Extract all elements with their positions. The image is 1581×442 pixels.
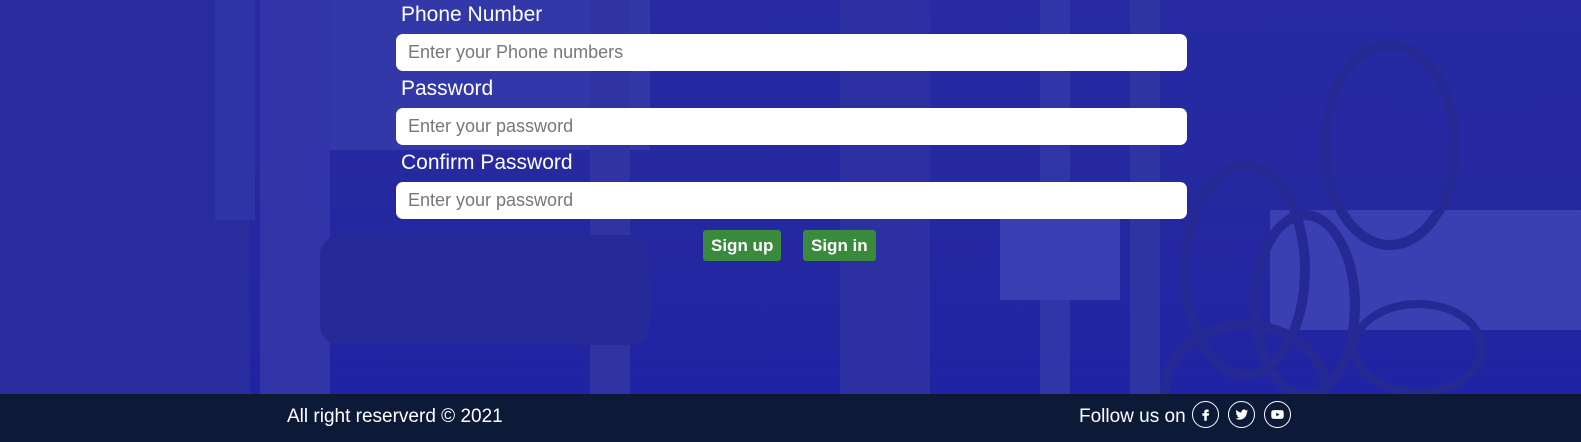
- password-label: Password: [401, 77, 494, 100]
- signup-button[interactable]: Sign up: [703, 230, 782, 261]
- twitter-icon[interactable]: [1228, 401, 1255, 428]
- footer: All right reserverd © 2021 Follow us on: [0, 394, 1581, 442]
- copyright-text: All right reserverd © 2021: [287, 406, 503, 427]
- youtube-icon[interactable]: [1264, 401, 1291, 428]
- confirm-password-input[interactable]: [396, 182, 1187, 219]
- facebook-icon[interactable]: [1192, 401, 1219, 428]
- signup-form: Phone Number Password Confirm Password S…: [0, 0, 1581, 394]
- signin-button[interactable]: Sign in: [803, 230, 876, 261]
- follow-us-text: Follow us on: [1079, 406, 1186, 427]
- phone-label: Phone Number: [401, 3, 543, 26]
- phone-input[interactable]: [396, 34, 1187, 71]
- password-input[interactable]: [396, 108, 1187, 145]
- confirm-password-label: Confirm Password: [401, 151, 573, 174]
